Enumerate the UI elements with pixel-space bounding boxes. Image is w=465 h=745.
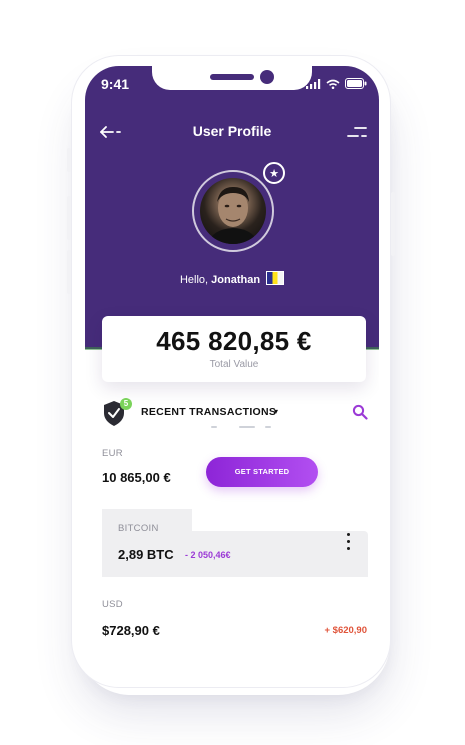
battery-icon [345, 78, 367, 89]
star-icon[interactable]: ★ [263, 162, 285, 184]
phone-side-button [391, 192, 395, 256]
phone-side-button [67, 148, 71, 172]
bitcoin-account-card[interactable]: BITCOIN 2,89 BTC - 2 050,46€ [102, 509, 368, 577]
usd-change: + $620,90 [324, 625, 367, 636]
menu-icon[interactable] [347, 124, 367, 140]
handle-dash [265, 426, 271, 428]
eur-account-label: EUR [102, 448, 123, 459]
phone-side-button [67, 196, 71, 240]
status-icons [306, 78, 367, 89]
card-cutout [192, 509, 368, 531]
usd-account-amount: $728,90 € [102, 623, 160, 638]
handle-dash [211, 426, 217, 428]
signal-icon [306, 79, 321, 89]
bitcoin-account-label: BITCOIN [118, 523, 159, 534]
flag-icon [266, 271, 285, 285]
phone-speaker [210, 74, 254, 80]
more-vertical-icon[interactable] [346, 533, 352, 551]
dropdown-handle [211, 426, 271, 430]
bitcoin-change: - 2 050,46€ [185, 550, 231, 560]
avatar[interactable] [200, 178, 266, 244]
app-screen: 9:41 User Profile ★ Hello, Jonathan 465 … [85, 66, 379, 676]
status-time: 9:41 [101, 76, 130, 92]
eur-account-amount: 10 865,00 € [102, 470, 171, 485]
bitcoin-account-amount: 2,89 BTC [118, 547, 174, 562]
greeting-prefix: Hello, [179, 274, 212, 286]
recent-transactions-label[interactable]: RECENT TRANSACTIONS [141, 406, 276, 418]
phone-side-button [67, 250, 71, 294]
transactions-header: 5 RECENT TRANSACTIONS ▾ [102, 398, 368, 428]
get-started-button[interactable]: GET STARTED [206, 457, 318, 487]
handle-dash [239, 426, 255, 428]
total-value-card: 465 820,85 € Total Value [102, 316, 366, 382]
avatar-portrait [208, 186, 258, 244]
chevron-down-icon[interactable]: ▾ [274, 407, 278, 416]
user-name: Jonathan [211, 274, 261, 286]
usd-account-label: USD [102, 599, 123, 610]
transactions-count-badge: 5 [120, 398, 132, 410]
search-icon[interactable] [352, 404, 368, 420]
total-value-label: Total Value [209, 359, 259, 370]
total-value: 465 820,85 € [156, 326, 312, 356]
greeting: Hello, Jonathan [85, 271, 379, 286]
page-title: User Profile [192, 123, 272, 139]
phone-camera [260, 70, 274, 84]
wifi-icon [326, 79, 340, 89]
